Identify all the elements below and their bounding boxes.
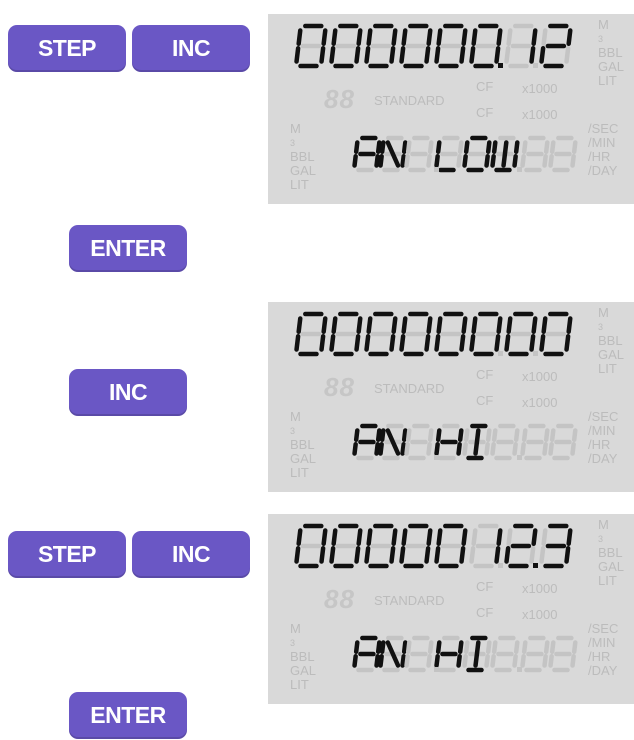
lcd-decimal-point: [498, 351, 503, 356]
unit-labels-left: M 3 BBL GAL LIT: [290, 621, 317, 692]
lcd-digit: [399, 311, 433, 357]
cf-label: CF: [476, 393, 494, 408]
rate-labels: /SEC/MIN/HR/DAY: [588, 409, 619, 466]
standard-label: STANDARD: [374, 593, 445, 608]
lcd-display-1: 000000.12AN LOWM3BBLGALLIT88STANDARDCFx1…: [268, 14, 634, 204]
cf-label: CF: [476, 105, 494, 120]
lcd-digit: [399, 523, 433, 569]
unit-labels-top: M 3 BBL GAL LIT: [598, 517, 625, 588]
x1000-label: x1000: [522, 581, 558, 596]
lcd-character: [404, 135, 434, 173]
lcd-digit: [504, 311, 538, 357]
unit-labels-top: M 3 BBL GAL LIT: [598, 17, 625, 88]
lcd-character: [490, 423, 520, 461]
lcd-digit: [329, 311, 363, 357]
lcd-decimal-point: [517, 667, 522, 672]
lcd-character: [378, 135, 408, 173]
cf-label: CF: [476, 579, 494, 594]
x1000-label: x1000: [522, 607, 558, 622]
lcd-digit: [364, 311, 398, 357]
lcd-decimal-point: [533, 351, 538, 356]
cf-label: CF: [476, 79, 494, 94]
lcd-digit: [539, 523, 573, 569]
step-button[interactable]: STEP: [8, 25, 126, 72]
lcd-character: [378, 635, 408, 673]
lcd-display-3: 0000012.3AN HIM3BBLGALLIT88STANDARDCFx10…: [268, 514, 634, 704]
lcd-digit: [294, 523, 328, 569]
standard-label: STANDARD: [374, 93, 445, 108]
lcd-character: [490, 135, 520, 173]
standard-label: STANDARD: [374, 381, 445, 396]
lcd-decimal-point: [498, 563, 503, 568]
lcd-digit: [469, 23, 503, 69]
enter-button[interactable]: ENTER: [69, 692, 187, 739]
lcd-character: [548, 135, 578, 173]
unit-labels-top: M 3 BBL GAL LIT: [598, 305, 625, 376]
unit-labels-left: M 3 BBL GAL LIT: [290, 409, 317, 480]
lcd-digit: [294, 311, 328, 357]
inc-button[interactable]: INC: [132, 531, 250, 578]
lcd-decimal-point: [517, 167, 522, 172]
lcd-digit: [504, 23, 538, 69]
lcd-character: [548, 635, 578, 673]
lcd-digit: [434, 523, 468, 569]
lcd-digit: [504, 523, 538, 569]
step-button[interactable]: STEP: [8, 531, 126, 578]
lcd-digit: [539, 23, 573, 69]
lcd-decimal-point: [517, 455, 522, 460]
lcd-decimal-point: [533, 563, 538, 568]
lcd-digit: [329, 523, 363, 569]
lcd-character: [404, 423, 434, 461]
unit-labels-left: M 3 BBL GAL LIT: [290, 121, 317, 192]
lcd-digit: [469, 311, 503, 357]
lcd-digit: [364, 23, 398, 69]
lcd-character: [462, 135, 492, 173]
enter-button[interactable]: ENTER: [69, 225, 187, 272]
inc-button[interactable]: INC: [69, 369, 187, 416]
lcd-digit: [294, 23, 328, 69]
lcd-character: [490, 635, 520, 673]
inc-button[interactable]: INC: [132, 25, 250, 72]
ghost-88-indicator: 88: [324, 372, 355, 402]
x1000-label: x1000: [522, 395, 558, 410]
lcd-digit: [539, 311, 573, 357]
lcd-character: [548, 423, 578, 461]
lcd-character: [352, 423, 382, 461]
cf-label: CF: [476, 367, 494, 382]
lcd-character: [520, 135, 550, 173]
lcd-character: [434, 635, 464, 673]
cf-label: CF: [476, 605, 494, 620]
lcd-character: [520, 635, 550, 673]
lcd-decimal-point: [533, 63, 538, 68]
lcd-character: [462, 423, 492, 461]
x1000-label: x1000: [522, 369, 558, 384]
rate-labels: /SEC/MIN/HR/DAY: [588, 621, 619, 678]
lcd-character: [462, 635, 492, 673]
lcd-digit: [434, 311, 468, 357]
lcd-digit: [399, 23, 433, 69]
ghost-88-indicator: 88: [324, 84, 355, 114]
x1000-label: x1000: [522, 81, 558, 96]
lcd-character: [404, 635, 434, 673]
lcd-decimal-point: [434, 455, 439, 460]
lcd-digit: [469, 523, 503, 569]
lcd-character: [352, 135, 382, 173]
ghost-88-indicator: 88: [324, 584, 355, 614]
lcd-digit: [364, 523, 398, 569]
x1000-label: x1000: [522, 107, 558, 122]
lcd-digit: [329, 23, 363, 69]
lcd-character: [434, 423, 464, 461]
lcd-decimal-point: [434, 667, 439, 672]
lcd-character: [378, 423, 408, 461]
lcd-character: [434, 135, 464, 173]
lcd-digit: [434, 23, 468, 69]
lcd-display-2: 00000000AN HIM3BBLGALLIT88STANDARDCFx100…: [268, 302, 634, 492]
lcd-character: [520, 423, 550, 461]
lcd-decimal-point: [498, 63, 503, 68]
lcd-decimal-point: [434, 167, 439, 172]
lcd-character: [352, 635, 382, 673]
rate-labels: /SEC/MIN/HR/DAY: [588, 121, 619, 178]
